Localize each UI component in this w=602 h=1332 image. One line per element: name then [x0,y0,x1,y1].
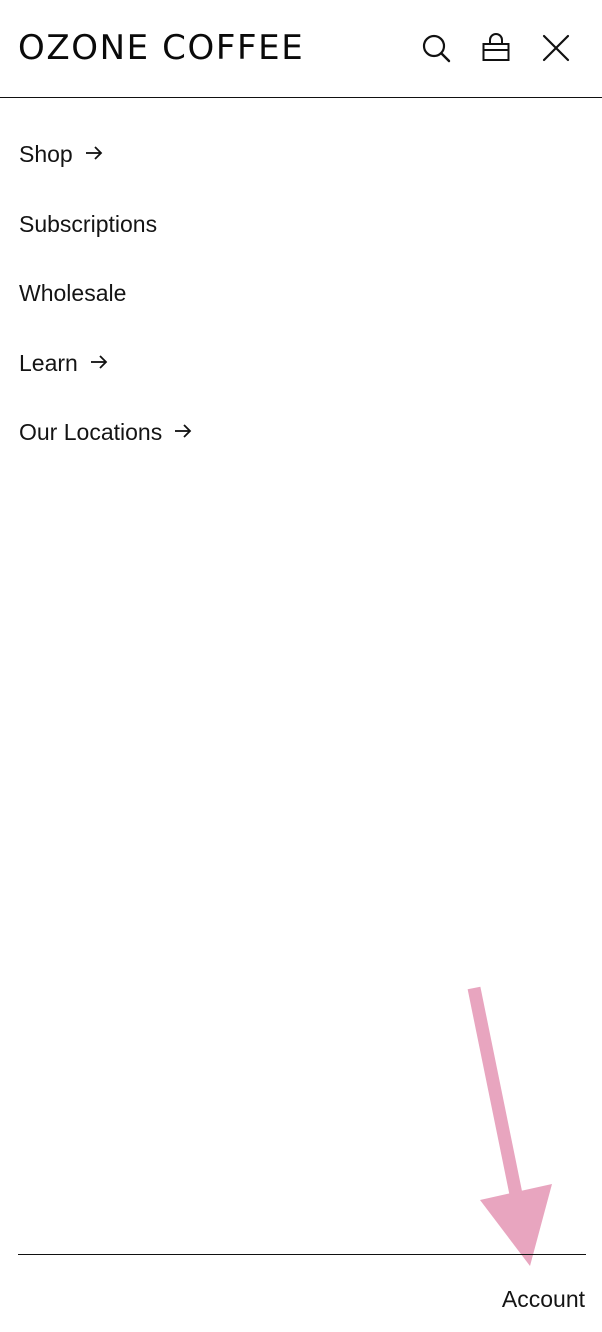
arrow-right-icon [85,146,102,160]
nav-item-label: Subscriptions [19,210,158,237]
close-icon [542,34,570,62]
nav-item-label: Wholesale [19,280,127,306]
arrow-right-icon [90,354,108,369]
arrow-right-icon [175,424,192,438]
main-navigation: Shop Subscriptions Wholesale Learn Our L… [19,126,192,474]
nav-item-subscriptions[interactable]: Subscriptions [19,196,192,266]
nav-item-label: Shop [19,141,73,167]
nav-item-label: Our Locations [19,419,163,445]
nav-item-shop[interactable]: Shop [19,126,192,196]
shopping-bag-icon [482,33,510,61]
nav-item-learn[interactable]: Learn [19,335,192,405]
search-button[interactable] [420,32,452,64]
nav-item-our-locations[interactable]: Our Locations [19,404,192,474]
nav-item-wholesale[interactable]: Wholesale [19,265,192,335]
site-header: OZONE COFFEE [0,0,602,98]
close-menu-button[interactable] [540,32,572,64]
footer-divider [18,1254,586,1255]
search-icon [422,34,451,63]
cart-button[interactable] [480,32,512,64]
nav-item-label: Learn [19,349,78,376]
account-link[interactable]: Account [502,1283,585,1315]
pointer-arrow-icon [467,986,552,1266]
brand-logo[interactable]: OZONE COFFEE [18,28,304,68]
